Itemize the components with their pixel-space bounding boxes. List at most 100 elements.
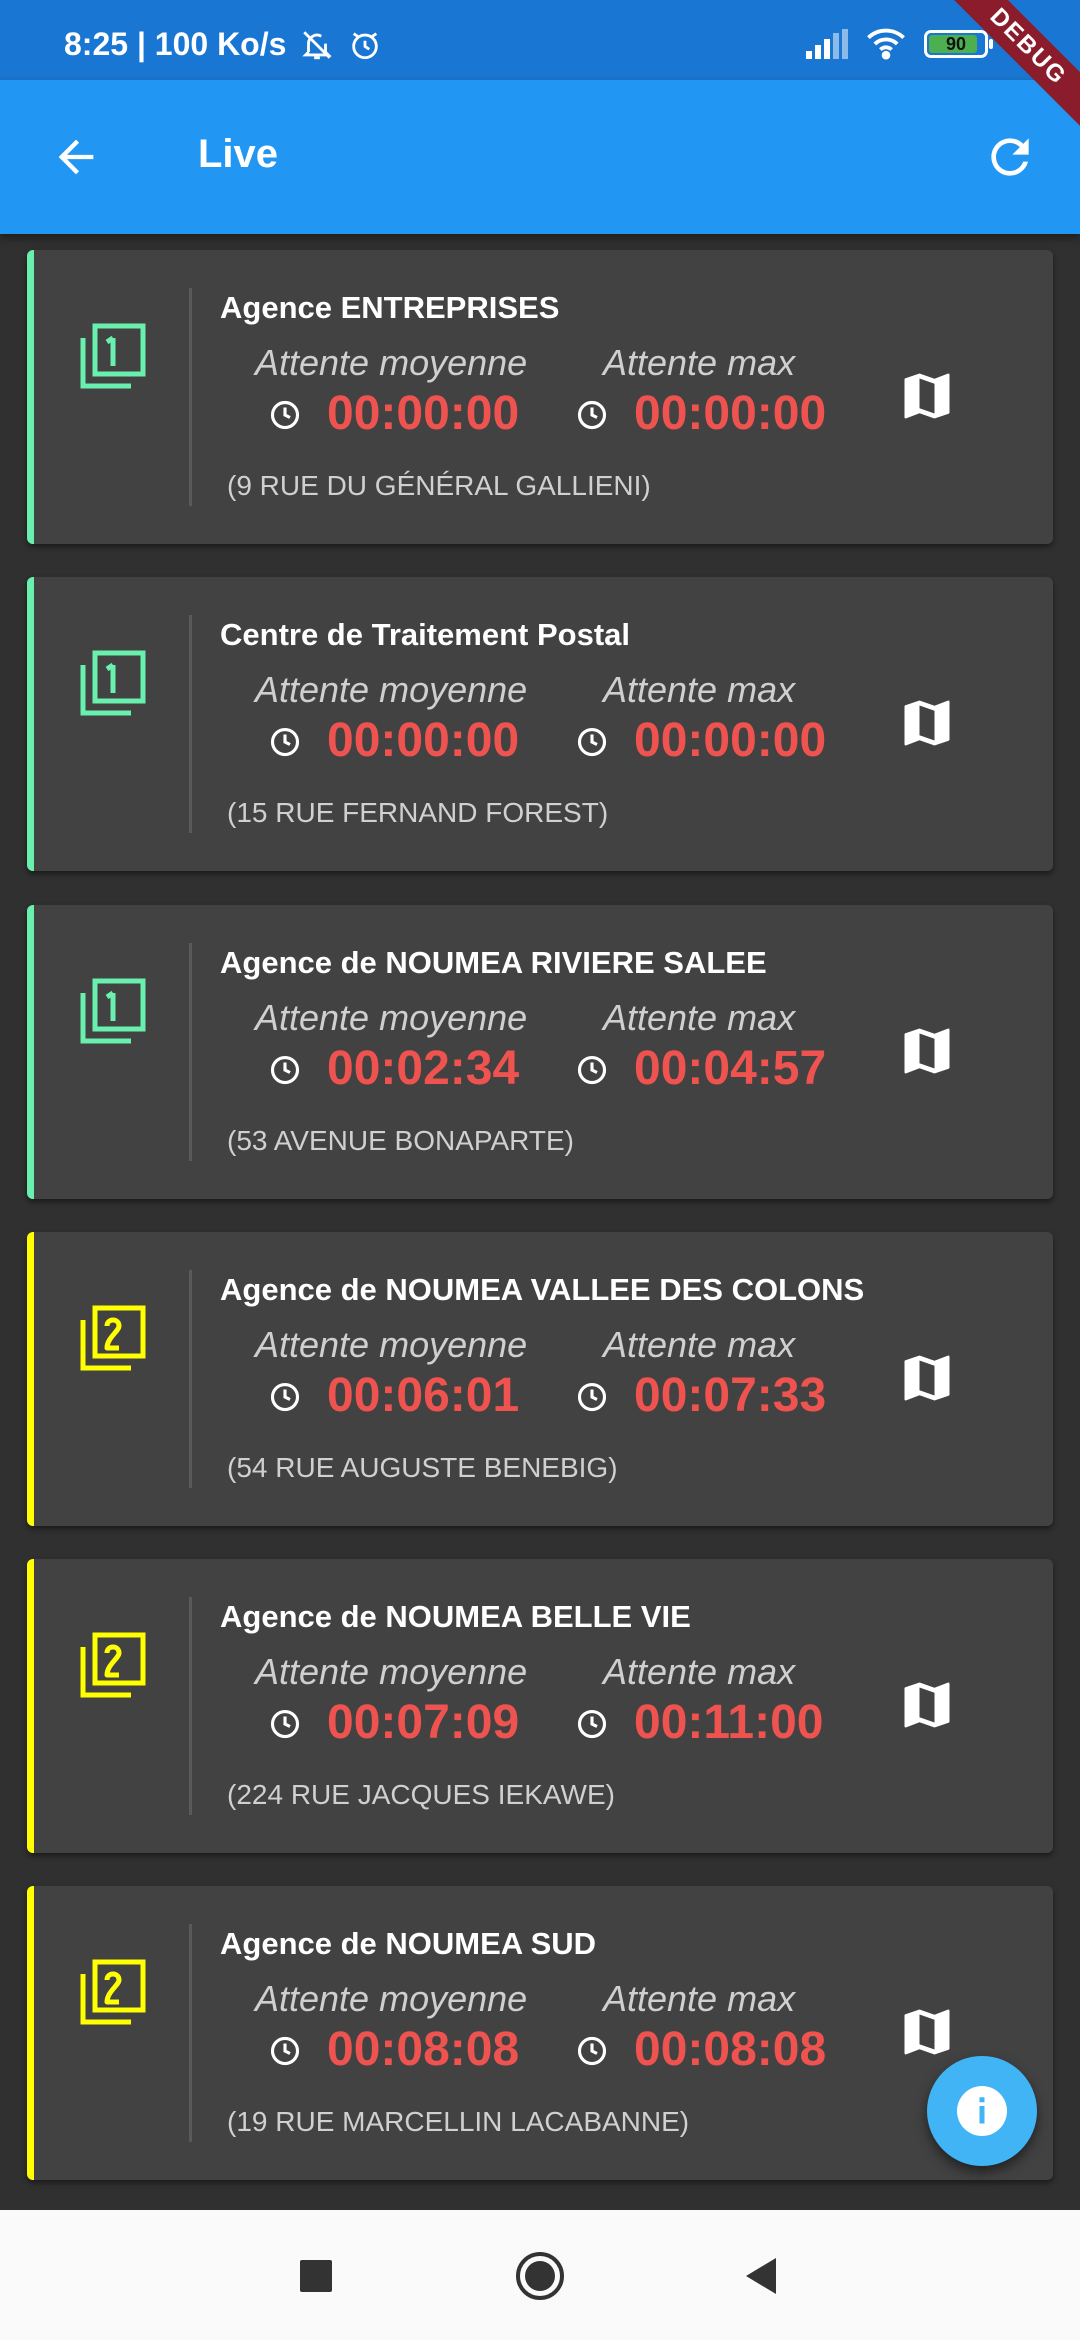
clock-icon [577,727,607,757]
battery-indicator: 90 [924,30,993,58]
avg-wait-time: 00:06:01 [327,1369,520,1422]
agency-list[interactable]: Agence ENTREPRISES Attente moyenne Attente… [0,234,1080,2210]
queue-level-icon [79,977,147,1045]
clock-icon [270,2036,300,2066]
level-indicator-bar [27,1232,34,1526]
queue-level-icon [79,649,147,717]
queue-level-icon [79,1304,147,1372]
refresh-button[interactable] [978,125,1042,189]
avg-wait-time: 00:07:09 [327,1696,520,1749]
agency-card[interactable]: Agence de NOUMEA RIVIERE SALEE Attente mo… [27,905,1053,1199]
clock-icon [577,1709,607,1739]
clock-icon [270,1055,300,1085]
map-icon [897,1028,957,1085]
max-wait-label: Attente max [603,342,796,383]
max-wait-time: 00:07:33 [634,1369,827,1422]
avg-wait-label: Attente moyenne [255,669,528,710]
square-icon [300,2260,332,2292]
avg-wait-label: Attente moyenne [255,1978,528,2019]
queue-level-icon [79,1631,147,1699]
map-button[interactable] [897,2002,957,2062]
max-wait-label: Attente max [603,669,796,710]
divider [189,1597,192,1815]
map-icon [897,700,957,757]
agency-address: (53 AVENUE BONAPARTE) [227,1125,574,1156]
avg-wait-label: Attente moyenne [255,342,528,383]
clock-icon [577,2036,607,2066]
divider [189,1924,192,2142]
back-nav-button[interactable] [732,2248,788,2304]
filter-2-icon [80,1632,146,1698]
max-wait-time: 00:04:57 [634,1042,827,1095]
clock-icon [270,1382,300,1412]
max-wait-time: 00:11:00 [634,1696,824,1749]
arrow-back-icon [58,139,94,175]
max-wait-label: Attente max [603,1324,796,1365]
clock-icon [270,727,300,757]
filter-1-icon [80,978,146,1044]
avg-wait-time: 00:00:00 [327,387,520,440]
queue-level-icon [79,322,147,390]
divider [189,288,192,506]
agency-name: Agence de NOUMEA RIVIERE SALEE [220,945,767,980]
info-button[interactable] [927,2056,1037,2166]
queue-level-icon [79,1958,147,2026]
avg-wait-label: Attente moyenne [255,1324,528,1365]
level-indicator-bar [27,905,34,1199]
back-button[interactable] [44,125,108,189]
clock-icon [577,1382,607,1412]
status-time-speed: 8:25 | 100 Ko/s [64,26,287,62]
page-title: Live [198,132,279,176]
agency-address: (224 RUE JACQUES IEKAWE) [227,1779,615,1810]
filter-1-icon [80,323,146,389]
map-icon [897,2009,957,2066]
status-left: 8:25 | 100 Ko/s [64,26,382,63]
system-nav-bar [0,2210,1080,2340]
level-indicator-bar [27,1559,34,1853]
agency-name: Agence de NOUMEA BELLE VIE [220,1599,691,1634]
agency-address: (54 RUE AUGUSTE BENEBIG) [227,1452,618,1483]
map-button[interactable] [897,1675,957,1735]
avg-wait-time: 00:02:34 [327,1042,520,1095]
agency-card[interactable]: Agence de NOUMEA VALLEE DES COLONS Attent… [27,1232,1053,1526]
signal-icon [806,29,848,59]
map-button[interactable] [897,366,957,426]
level-indicator-bar [27,250,34,544]
bell-off-icon [302,30,333,59]
max-wait-time: 00:08:08 [634,2023,827,2076]
agency-name: Centre de Traitement Postal [220,617,631,652]
filter-1-icon [80,650,146,716]
avg-wait-label: Attente moyenne [255,997,528,1038]
alarm-icon [352,31,379,59]
max-wait-time: 00:00:00 [634,714,827,767]
agency-address: (9 RUE DU GÉNÉRAL GALLIENI) [227,470,651,501]
filter-2-icon [80,1959,146,2025]
divider [189,615,192,833]
map-button[interactable] [897,693,957,753]
clock-icon [577,400,607,430]
map-icon [897,1682,957,1739]
refresh-icon [991,138,1029,176]
map-button[interactable] [897,1021,957,1081]
clock-icon [270,1709,300,1739]
divider [189,943,192,1161]
avg-wait-time: 00:00:00 [327,714,520,767]
agency-card[interactable]: Agence de NOUMEA BELLE VIE Attente moyenn… [27,1559,1053,1853]
agency-card[interactable]: Agence de NOUMEA SUD Attente moyenne Atten… [27,1886,1053,2180]
clock-icon [577,1055,607,1085]
status-bar: 8:25 | 100 Ko/s 90 DEBUG [0,0,1080,153]
map-icon [897,373,957,430]
agency-card[interactable]: Agence ENTREPRISES Attente moyenne Attente… [27,250,1053,544]
agency-name: Agence de NOUMEA SUD [220,1926,597,1961]
triangle-back-icon [746,2258,776,2294]
map-button[interactable] [897,1348,957,1408]
avg-wait-label: Attente moyenne [255,1651,528,1692]
recents-button[interactable] [288,2248,344,2304]
clock-icon [270,400,300,430]
wifi-icon [867,28,905,60]
agency-card[interactable]: Centre de Traitement Postal Attente moyen… [27,577,1053,871]
level-indicator-bar [27,577,34,871]
status-right: 90 [806,28,993,60]
agency-name: Agence de NOUMEA VALLEE DES COLONS [220,1272,865,1307]
home-button[interactable] [512,2248,568,2304]
